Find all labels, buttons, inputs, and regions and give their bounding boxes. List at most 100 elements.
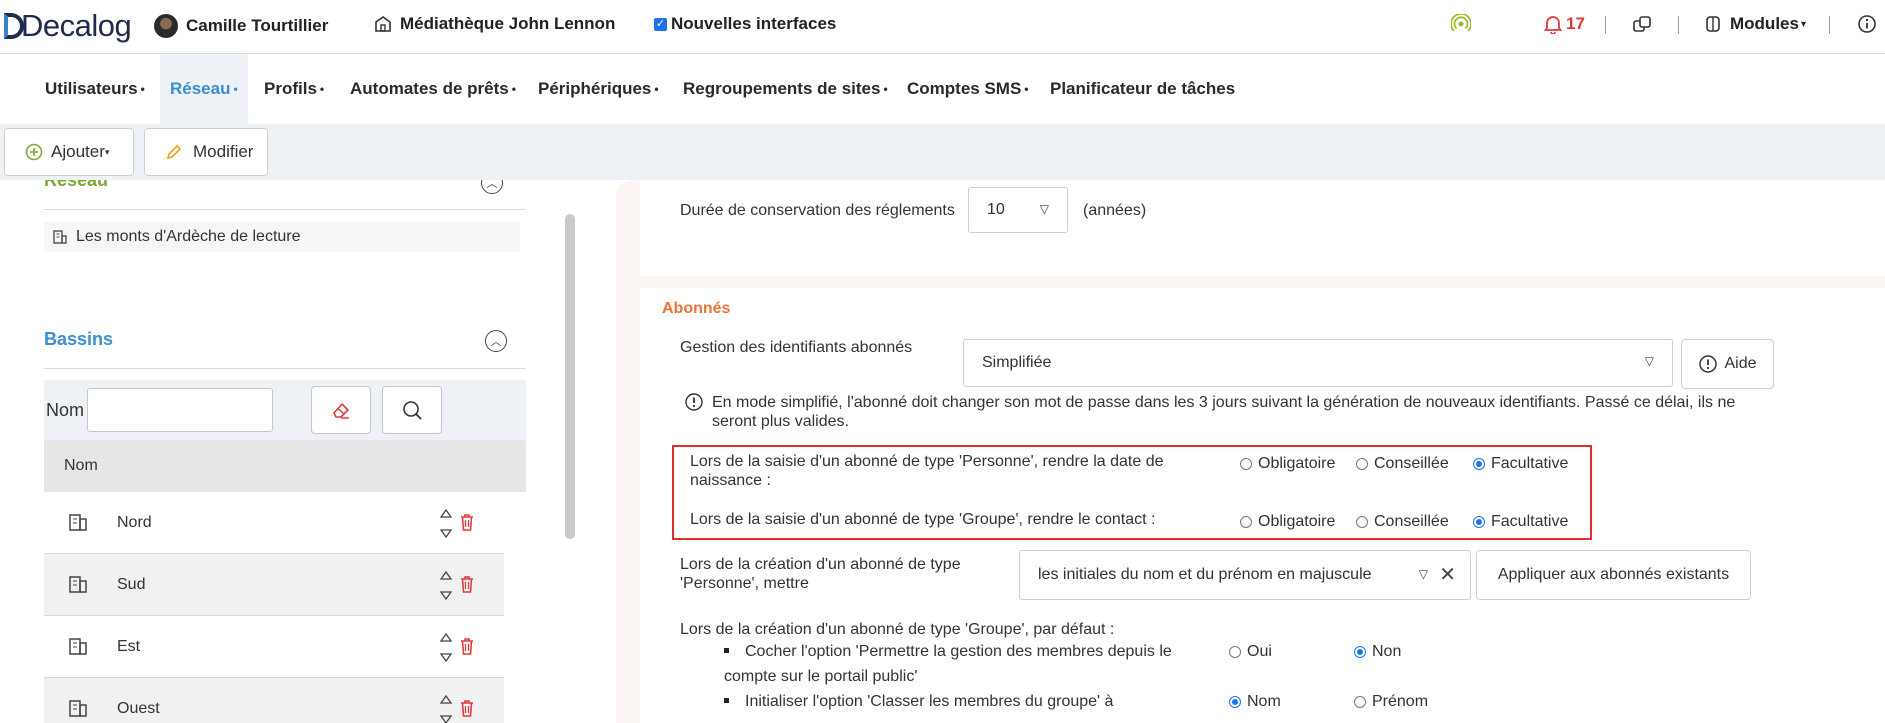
arrow-down-icon[interactable] [439,650,453,668]
library-selector[interactable]: Médiathèque John Lennon [374,14,615,34]
tab-dot: • [511,82,516,96]
tab-dot: • [654,82,659,96]
radio-unselected-icon[interactable] [1229,646,1241,658]
reorder-arrows[interactable] [439,568,453,606]
reorder-arrows[interactable] [439,630,453,668]
sort-members-lastname[interactable]: Nom [1229,693,1281,711]
eraser-icon [330,400,352,420]
help-button[interactable]: Aide [1681,339,1774,389]
modules-menu[interactable]: Modules ▾ [1704,14,1806,34]
arrow-down-icon[interactable] [439,588,453,606]
arrow-down-icon[interactable] [439,712,453,723]
add-button[interactable]: Ajouter ▾ [4,128,134,176]
tab-label: Réseau [170,79,231,98]
arrow-up-icon[interactable] [439,506,453,524]
radio-unselected-icon[interactable] [1354,696,1366,708]
radio-unselected-icon[interactable] [1356,516,1368,528]
person-creation-select[interactable]: les initiales du nom et du prénom en maj… [1019,550,1471,600]
tab-profils[interactable]: Profils • [254,54,334,124]
bassins-collapse-button[interactable]: ︿ [485,330,507,352]
person-birth-label-line1: Lors de la saisie d'un abonné de type 'P… [690,453,1164,470]
members-management-no[interactable]: Non [1354,643,1401,661]
option-label: Prénom [1372,693,1429,710]
user-menu[interactable]: Camille Tourtillier [154,14,328,38]
birth-option-advised[interactable]: Conseillée [1356,455,1449,473]
windows-button[interactable] [1632,14,1652,34]
reorder-arrows[interactable] [439,692,453,723]
radio-unselected-icon[interactable] [1356,458,1368,470]
checkbox-checked-icon[interactable]: ✓ [654,17,667,31]
tab-comptes-sms[interactable]: Comptes SMS • [897,54,1039,124]
birth-option-optional[interactable]: Facultative [1473,455,1568,473]
arrow-up-icon[interactable] [439,692,453,710]
user-name: Camille Tourtillier [186,16,329,35]
id-management-value: Simplifiée [982,354,1052,371]
table-row[interactable]: Ouest [44,678,504,723]
tab-planificateur-de-taches[interactable]: Planificateur de tâches [1040,54,1245,124]
option-label: Conseillée [1374,513,1449,530]
tab-dot: • [140,82,145,96]
column-header-name[interactable]: Nom [64,457,98,475]
apply-existing-button[interactable]: Appliquer aux abonnés existants [1476,550,1751,600]
bullet1-line2: compte sur le portail public' [724,668,918,685]
id-management-select[interactable]: Simplifiée ▽ [963,339,1673,387]
bell-icon [1544,14,1562,34]
radio-selected-icon[interactable] [1473,458,1485,470]
radio-selected-icon[interactable] [1473,516,1485,528]
table-row[interactable]: Est [44,616,504,678]
left-panel-scrollbar-thumb[interactable] [565,214,575,539]
new-interfaces-label: Nouvelles interfaces [671,14,837,33]
tab-utilisateurs[interactable]: Utilisateurs • [35,54,155,124]
radio-unselected-icon[interactable] [1240,516,1252,528]
contact-option-advised[interactable]: Conseillée [1356,513,1449,531]
trash-icon[interactable] [458,574,476,594]
clear-filter-button[interactable] [311,386,371,434]
birth-option-mandatory[interactable]: Obligatoire [1240,455,1335,473]
edit-button[interactable]: Modifier [144,128,268,176]
arrow-down-icon[interactable] [439,526,453,544]
arrow-up-icon[interactable] [439,630,453,648]
radio-selected-icon[interactable] [1354,646,1366,658]
arrow-up-icon[interactable] [439,568,453,586]
reseau-item[interactable]: Les monts d'Ardèche de lecture [44,222,520,252]
members-management-yes[interactable]: Oui [1229,643,1272,661]
group-creation-label: Lors de la création d'un abonné de type … [680,621,1115,638]
sort-members-firstname[interactable]: Prénom [1354,693,1428,711]
id-management-info-line2: seront plus valides. [712,413,849,430]
table-row[interactable]: Nord [44,492,504,554]
notifications-button[interactable]: 17 [1544,14,1585,34]
person-birth-label-line2: naissance : [690,472,771,489]
avatar [154,14,178,38]
tab-label: Comptes SMS [907,79,1022,98]
tab-regroupements-de-sites[interactable]: Regroupements de sites • [673,54,898,124]
option-label: Facultative [1491,455,1569,472]
reseau-item-label: Les monts d'Ardèche de lecture [76,228,301,245]
contact-option-optional[interactable]: Facultative [1473,513,1568,531]
filter-name-input[interactable] [87,388,273,432]
retention-select[interactable]: 10 ▽ [968,187,1068,233]
radio-unselected-icon[interactable] [1240,458,1252,470]
new-interfaces-toggle[interactable]: ✓ Nouvelles interfaces [654,14,836,34]
contact-option-mandatory[interactable]: Obligatoire [1240,513,1335,531]
help-label: Aide [1724,355,1757,372]
trash-icon[interactable] [458,512,476,532]
tab-reseau[interactable]: Réseau • [160,54,248,124]
divider [1605,16,1606,34]
radio-selected-icon[interactable] [1229,696,1241,708]
tab-automates-de-prets[interactable]: Automates de prêts • [340,54,526,124]
reseau-collapse-button[interactable]: ︿ [481,180,503,194]
table-row[interactable]: Sud [44,554,504,616]
search-button[interactable] [382,386,442,434]
tab-peripheriques[interactable]: Périphériques • [528,54,669,124]
trash-icon[interactable] [458,698,476,718]
bassins-section-title: Bassins [44,329,114,349]
retention-label: Durée de conservation des réglements [680,202,955,219]
reorder-arrows[interactable] [439,506,453,544]
network-settings-panel: Durée de conservation des réglements 10 … [616,180,1885,723]
clear-icon[interactable]: ✕ [1439,562,1456,587]
trash-icon[interactable] [458,636,476,656]
info-button[interactable] [1857,14,1877,34]
connection-status[interactable] [1451,14,1471,34]
id-management-info-line1: En mode simplifié, l'abonné doit changer… [712,394,1736,411]
decalog-logo[interactable]: Decalog [4,8,132,44]
